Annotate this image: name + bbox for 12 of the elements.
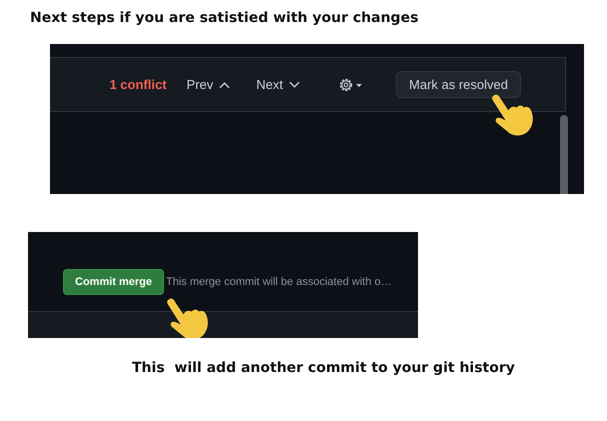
scrollbar[interactable] [560,115,568,194]
chevron-down-icon [289,80,300,88]
prev-button[interactable]: Prev [180,77,236,92]
caption: This will add another commit to your git history [132,360,516,376]
settings-icon [338,76,364,92]
mark-resolved-button[interactable]: Mark as resolved [396,71,521,98]
conflict-count: 1 conflict [109,77,167,92]
commit-merge-button[interactable]: Commit merge [63,269,164,295]
next-button[interactable]: Next [250,77,306,92]
merge-note: This merge commit will be associated with o… [166,276,392,288]
chevron-up-icon [219,80,230,88]
heading: Next steps if you are satistied with your changes [30,10,420,26]
